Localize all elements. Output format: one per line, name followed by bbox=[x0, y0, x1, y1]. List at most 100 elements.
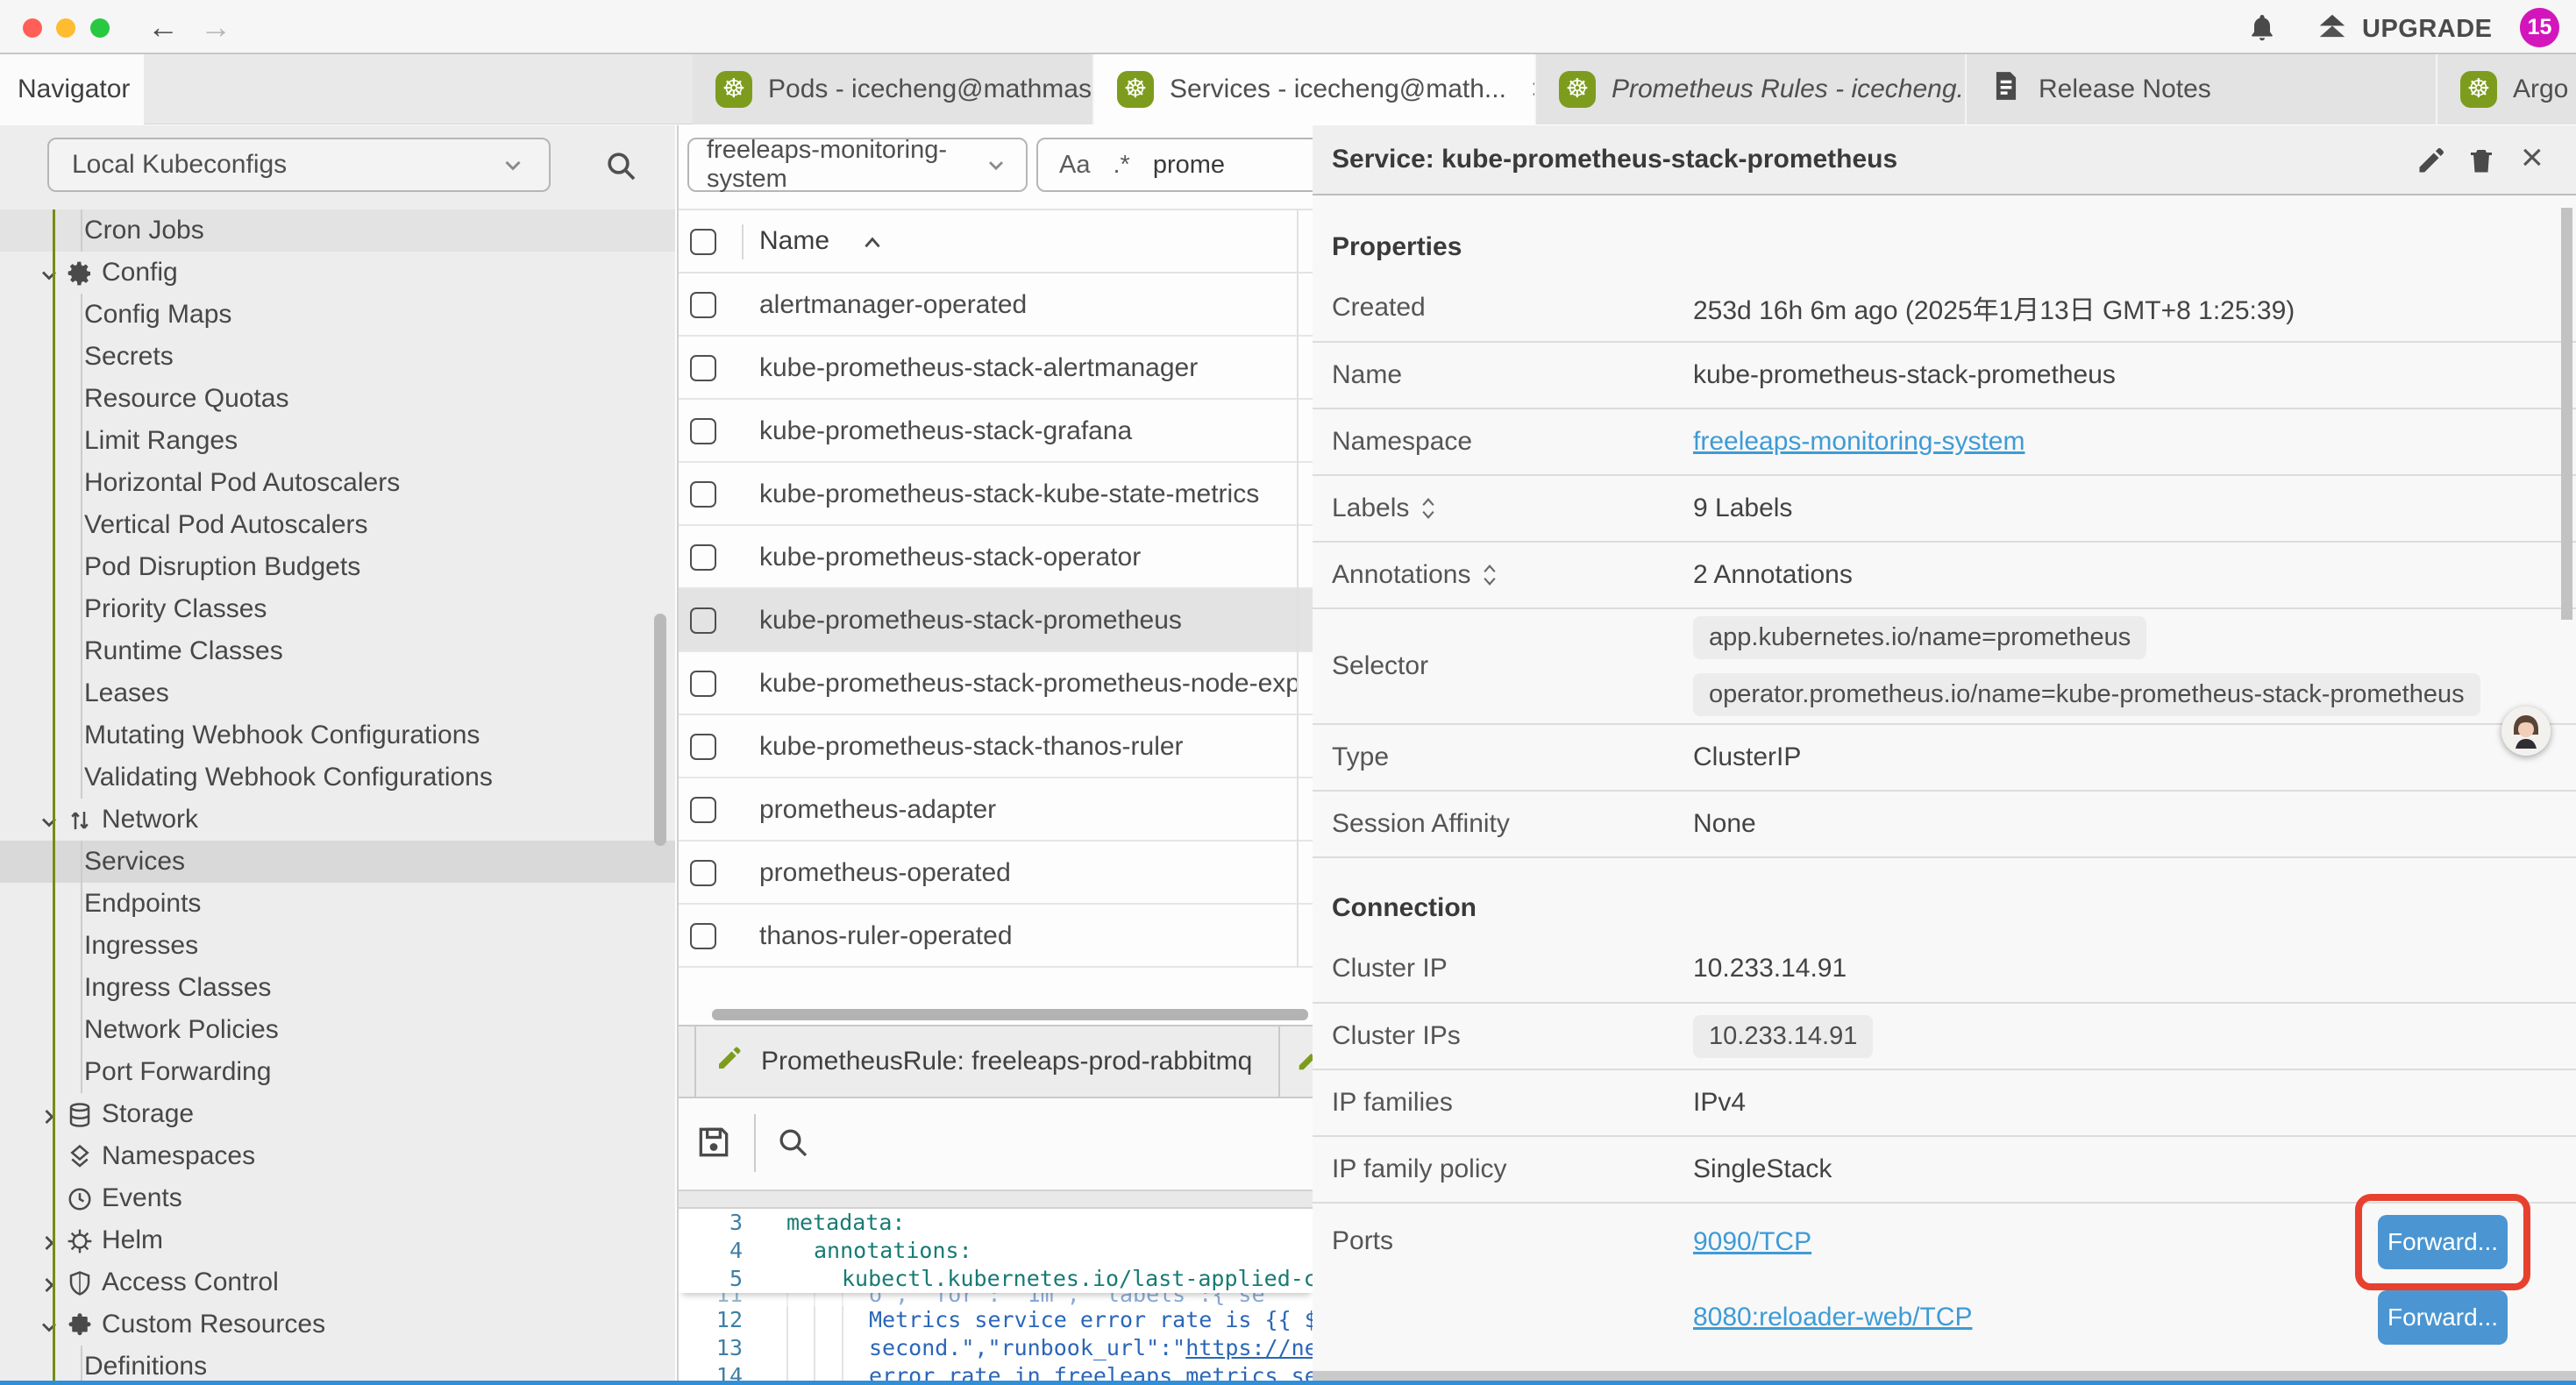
sidebar-item-port-forwarding[interactable]: Port Forwarding bbox=[0, 1051, 675, 1093]
sidebar-item-config[interactable]: Config bbox=[0, 252, 675, 294]
sidebar-item-events[interactable]: Events bbox=[0, 1177, 675, 1219]
sidebar-item-runtime-classes[interactable]: Runtime Classes bbox=[0, 630, 675, 672]
table-row[interactable]: kube-prometheus-stack-grafana bbox=[679, 400, 1313, 463]
sidebar-item-priority-classes[interactable]: Priority Classes bbox=[0, 588, 675, 630]
notifications-bell-icon[interactable] bbox=[2246, 12, 2278, 48]
row-checkbox[interactable] bbox=[690, 481, 716, 508]
tab-prometheus-rules-icecheng-[interactable]: ☸Prometheus Rules - icecheng... bbox=[1536, 54, 1967, 124]
row-checkbox[interactable] bbox=[690, 860, 716, 886]
detail-scrollbar[interactable] bbox=[2561, 208, 2572, 620]
row-checkbox[interactable] bbox=[690, 418, 716, 444]
sidebar-item-vertical-pod-autoscalers[interactable]: Vertical Pod Autoscalers bbox=[0, 504, 675, 546]
sidebar-item-horizontal-pod-autoscalers[interactable]: Horizontal Pod Autoscalers bbox=[0, 462, 675, 504]
chevron-right-icon[interactable] bbox=[37, 1104, 61, 1129]
editor-search-icon[interactable] bbox=[775, 1125, 810, 1164]
sidebar-item-ingress-classes[interactable]: Ingress Classes bbox=[0, 967, 675, 1009]
sidebar-item-validating-webhook-configurations[interactable]: Validating Webhook Configurations bbox=[0, 756, 675, 799]
regex-toggle[interactable]: .* bbox=[1113, 151, 1129, 180]
sidebar-item-cron-jobs[interactable]: Cron Jobs bbox=[0, 210, 675, 252]
table-row[interactable]: kube-prometheus-stack-kube-state-metrics bbox=[679, 463, 1313, 526]
sidebar-item-definitions[interactable]: Definitions bbox=[0, 1346, 675, 1385]
match-case-toggle[interactable]: Aa bbox=[1059, 151, 1090, 180]
row-checkbox[interactable] bbox=[690, 355, 716, 381]
edit-pencil-icon[interactable] bbox=[2416, 145, 2447, 181]
tab-argo-se[interactable]: ☸Argo Se bbox=[2437, 54, 2576, 124]
chevron-right-icon[interactable] bbox=[37, 1273, 61, 1297]
row-checkbox[interactable] bbox=[690, 797, 716, 823]
table-row[interactable]: kube-prometheus-stack-thanos-ruler bbox=[679, 715, 1313, 778]
notification-count-badge[interactable]: 15 bbox=[2520, 8, 2559, 47]
tab-services-icecheng-math-[interactable]: ☸Services - icecheng@math...× bbox=[1094, 54, 1536, 124]
back-button[interactable]: ← bbox=[147, 5, 179, 49]
namespace-select[interactable]: freeleaps-monitoring-system bbox=[687, 138, 1028, 192]
minimize-window-button[interactable] bbox=[56, 18, 75, 38]
sidebar-item-network[interactable]: Network bbox=[0, 799, 675, 841]
sidebar-item-mutating-webhook-configurations[interactable]: Mutating Webhook Configurations bbox=[0, 714, 675, 756]
zoom-window-button[interactable] bbox=[90, 18, 110, 38]
port-link[interactable]: 9090/TCP bbox=[1693, 1227, 1811, 1257]
forward-button[interactable]: → bbox=[200, 5, 231, 49]
upgrade-button[interactable]: UPGRADE bbox=[2315, 11, 2493, 48]
sort-toggle-icon[interactable] bbox=[1420, 496, 1437, 521]
row-checkbox[interactable] bbox=[690, 734, 716, 760]
save-icon[interactable] bbox=[694, 1123, 733, 1166]
sidebar-item-endpoints[interactable]: Endpoints bbox=[0, 883, 675, 925]
table-row[interactable]: kube-prometheus-stack-operator bbox=[679, 526, 1313, 589]
chevron-right-icon[interactable] bbox=[37, 1231, 61, 1255]
sidebar-item-leases[interactable]: Leases bbox=[0, 672, 675, 714]
table-horizontal-scrollbar[interactable] bbox=[712, 1009, 1308, 1020]
sidebar-scrollbar[interactable] bbox=[654, 614, 666, 846]
navigator-panel-tab[interactable]: Navigator bbox=[0, 54, 144, 124]
line-number: 4 bbox=[679, 1237, 743, 1265]
table-row[interactable]: kube-prometheus-stack-alertmanager bbox=[679, 337, 1313, 400]
tab-pods-icecheng-mathmas-[interactable]: ☸Pods - icecheng@mathmas... bbox=[693, 54, 1094, 124]
chevron-down-icon[interactable] bbox=[37, 1315, 61, 1339]
sidebar-item-namespaces[interactable]: Namespaces bbox=[0, 1135, 675, 1177]
name-column-header[interactable]: Name bbox=[759, 226, 829, 256]
namespace-link[interactable]: freeleaps-monitoring-system bbox=[1693, 427, 2025, 456]
table-row[interactable]: prometheus-operated bbox=[679, 842, 1313, 905]
chevron-down-icon[interactable] bbox=[37, 810, 61, 835]
row-checkbox[interactable] bbox=[690, 292, 716, 318]
sidebar-item-limit-ranges[interactable]: Limit Ranges bbox=[0, 420, 675, 462]
row-checkbox[interactable] bbox=[690, 544, 716, 571]
port-forward-button[interactable]: Forward... bbox=[2378, 1290, 2508, 1345]
table-row[interactable]: prometheus-adapter bbox=[679, 778, 1313, 842]
delete-trash-icon[interactable] bbox=[2466, 145, 2497, 181]
row-checkbox[interactable] bbox=[690, 671, 716, 697]
code-link[interactable]: https://net bbox=[1185, 1335, 1313, 1360]
sidebar-item-secrets[interactable]: Secrets bbox=[0, 336, 675, 378]
chevron-down-icon bbox=[984, 153, 1008, 177]
sort-toggle-icon[interactable] bbox=[1481, 563, 1498, 587]
sidebar-item-resource-quotas[interactable]: Resource Quotas bbox=[0, 378, 675, 420]
sidebar-item-config-maps[interactable]: Config Maps bbox=[0, 294, 675, 336]
table-row[interactable]: thanos-ruler-operated bbox=[679, 905, 1313, 968]
sidebar-item-access-control[interactable]: Access Control bbox=[0, 1261, 675, 1303]
sidebar-item-helm[interactable]: Helm bbox=[0, 1219, 675, 1261]
row-checkbox[interactable] bbox=[690, 923, 716, 949]
select-all-checkbox[interactable] bbox=[690, 229, 716, 255]
editor-tab-prometheusrule[interactable]: PrometheusRule: freeleaps-prod-rabbitmq bbox=[694, 1026, 1280, 1097]
table-row[interactable]: kube-prometheus-stack-prometheus-node-ex… bbox=[679, 652, 1313, 715]
sidebar-item-network-policies[interactable]: Network Policies bbox=[0, 1009, 675, 1051]
sort-ascending-icon[interactable] bbox=[861, 233, 884, 257]
user-avatar[interactable] bbox=[2501, 707, 2551, 756]
port-link[interactable]: 8080:reloader-web/TCP bbox=[1693, 1303, 1973, 1332]
sidebar-search-icon[interactable] bbox=[603, 148, 638, 188]
resource-search-input[interactable]: Aa .* prome bbox=[1036, 138, 1313, 192]
sidebar-item-storage[interactable]: Storage bbox=[0, 1093, 675, 1135]
table-row[interactable]: kube-prometheus-stack-prometheus bbox=[679, 589, 1313, 652]
yaml-editor[interactable]: 3metadata:4annotations:5kubectl.kubernet… bbox=[679, 1209, 1313, 1385]
sidebar-item-pod-disruption-budgets[interactable]: Pod Disruption Budgets bbox=[0, 546, 675, 588]
row-checkbox[interactable] bbox=[690, 607, 716, 634]
sidebar-item-services[interactable]: Services bbox=[0, 841, 675, 883]
table-row[interactable]: alertmanager-operated bbox=[679, 273, 1313, 337]
sidebar-item-custom-resources[interactable]: Custom Resources bbox=[0, 1303, 675, 1346]
editor-tab-partial[interactable] bbox=[1282, 1026, 1313, 1097]
sidebar-item-ingresses[interactable]: Ingresses bbox=[0, 925, 675, 967]
close-window-button[interactable] bbox=[23, 18, 42, 38]
tab-release-notes[interactable]: Release Notes bbox=[1967, 54, 2437, 124]
chevron-down-icon[interactable] bbox=[37, 263, 61, 288]
close-icon[interactable]: × bbox=[2521, 136, 2544, 180]
kubeconfig-select[interactable]: Local Kubeconfigs bbox=[47, 138, 551, 192]
